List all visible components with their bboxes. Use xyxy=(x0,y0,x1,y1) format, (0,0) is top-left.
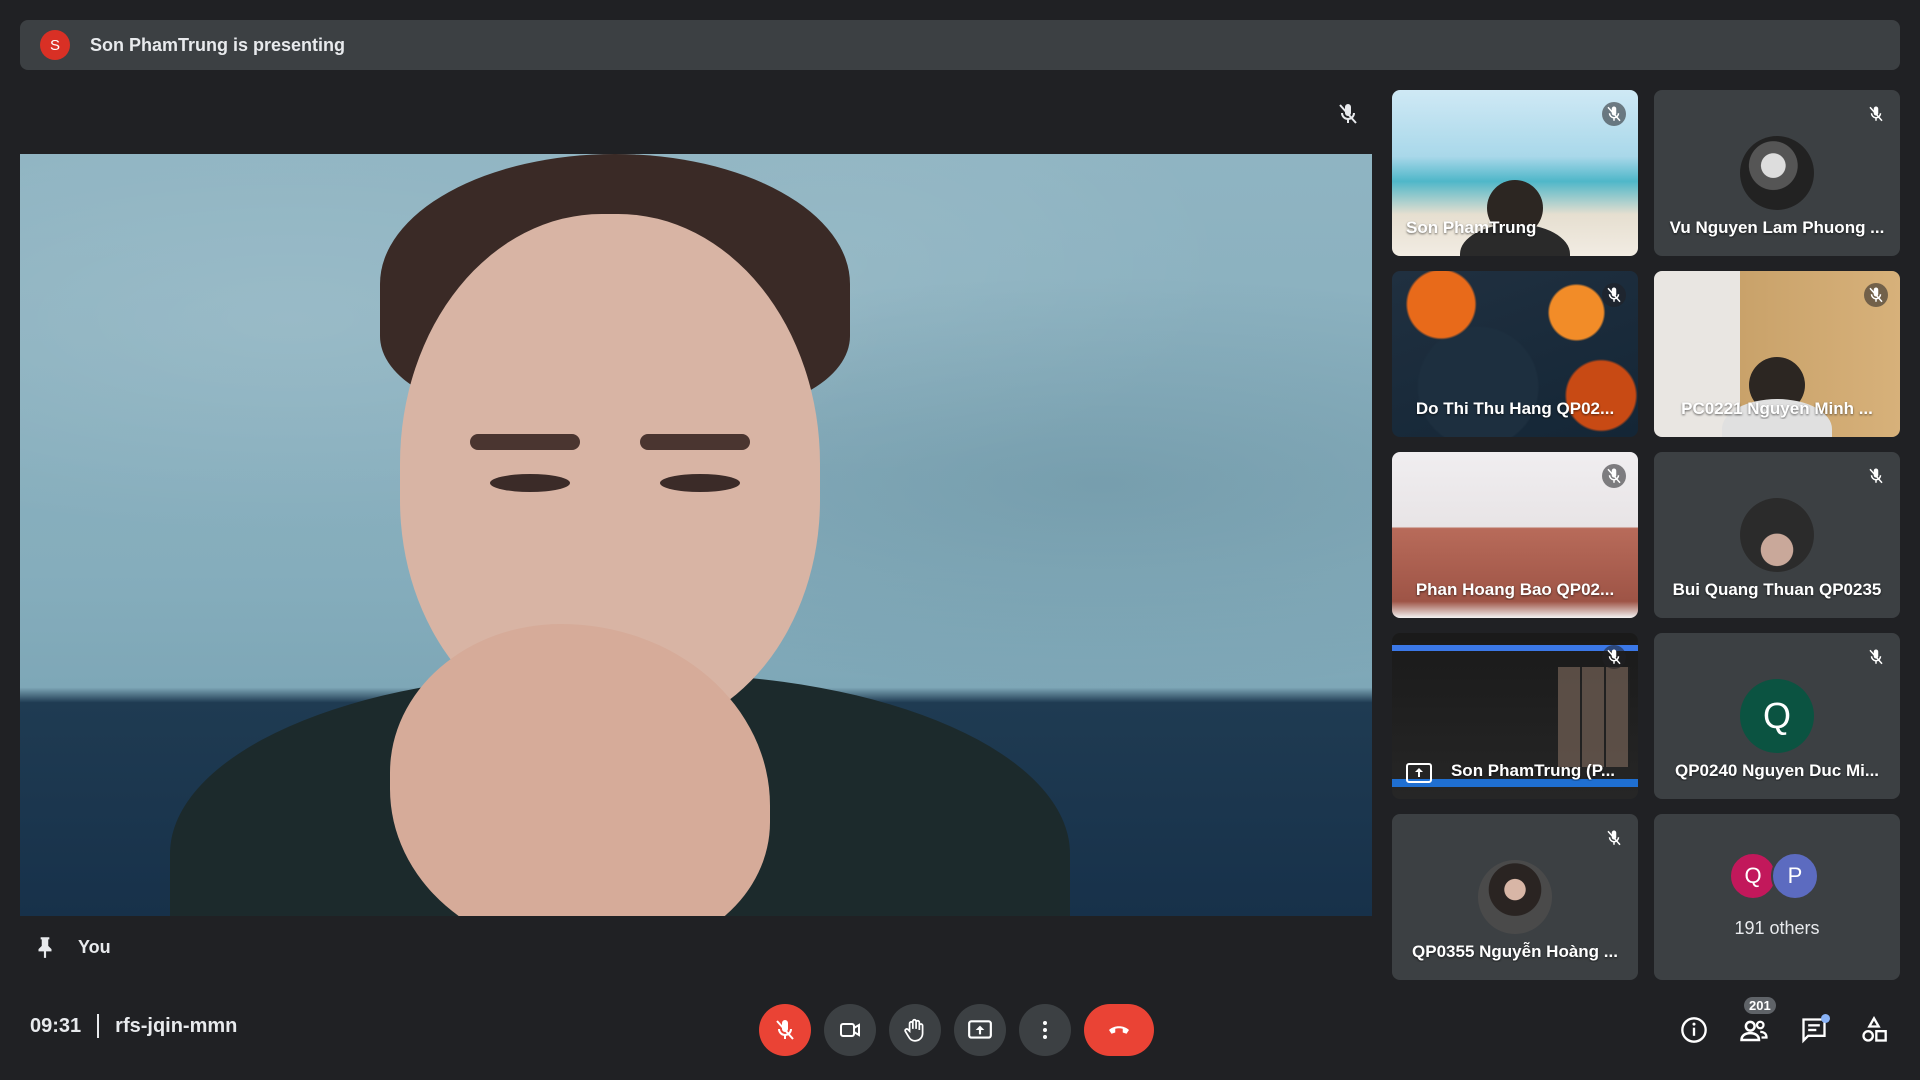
chat-button[interactable] xyxy=(1788,1004,1840,1056)
activities-button[interactable] xyxy=(1848,1004,1900,1056)
mic-off-icon xyxy=(1864,102,1888,126)
leave-call-button[interactable] xyxy=(1084,1004,1154,1056)
people-icon xyxy=(1740,1020,1768,1042)
self-label: You xyxy=(78,936,111,957)
presenter-avatar: S xyxy=(40,30,70,60)
participant-name: Phan Hoang Bao QP02... xyxy=(1415,580,1615,599)
participant-name: Do Thi Thu Hang QP02... xyxy=(1415,399,1615,418)
mic-off-icon xyxy=(1602,826,1626,850)
raise-hand-button[interactable] xyxy=(889,1004,941,1056)
participant-tile[interactable]: PC0221 Nguyen Minh ... xyxy=(1654,271,1900,437)
more-options-button[interactable] xyxy=(1019,1004,1071,1056)
participant-tile[interactable]: Bui Quang Thuan QP0235 xyxy=(1654,452,1900,618)
participant-name: Son PhamTrung xyxy=(1406,218,1537,237)
present-now-button[interactable] xyxy=(954,1004,1006,1056)
presentation-tile[interactable]: Son PhamTrung (P... xyxy=(1392,633,1638,799)
self-video xyxy=(20,154,1372,916)
camera-toggle-button[interactable] xyxy=(824,1004,876,1056)
mic-toggle-button[interactable] xyxy=(759,1004,811,1056)
participant-tile[interactable]: Do Thi Thu Hang QP02... xyxy=(1392,271,1638,437)
participant-avatar xyxy=(1740,498,1814,572)
participant-name: Bui Quang Thuan QP0235 xyxy=(1672,580,1882,599)
info-icon xyxy=(1681,1017,1707,1043)
mic-off-icon xyxy=(1602,645,1626,669)
participant-tile[interactable]: QP0355 Nguyễn Hoàng ... xyxy=(1392,814,1638,980)
participant-name: PC0221 Nguyen Minh ... xyxy=(1681,399,1873,418)
meeting-time: 09:31 xyxy=(30,1014,82,1037)
call-controls xyxy=(759,1004,1154,1056)
call-end-icon xyxy=(1109,1026,1129,1034)
participant-tile[interactable]: Phan Hoang Bao QP02... xyxy=(1392,452,1638,618)
mic-off-icon xyxy=(1336,102,1360,126)
participant-name: QP0355 Nguyễn Hoàng ... xyxy=(1412,942,1618,961)
mic-off-icon xyxy=(1602,283,1626,307)
people-count-badge: 201 xyxy=(1744,997,1776,1014)
presenting-text: Son PhamTrung is presenting xyxy=(90,34,346,55)
people-button[interactable]: 201 xyxy=(1728,997,1780,1056)
mic-off-icon xyxy=(1602,464,1626,488)
main-stage[interactable]: You xyxy=(20,90,1372,980)
avatar: Q xyxy=(1729,852,1777,900)
present-screen-icon xyxy=(968,1020,992,1039)
stage-name-label: You xyxy=(32,934,111,960)
participant-tile[interactable]: Son PhamTrung xyxy=(1392,90,1638,256)
participant-avatar: Q xyxy=(1740,679,1814,753)
activities-icon xyxy=(1862,1016,1887,1042)
meeting-code: rfs-jqin-mmn xyxy=(115,1014,238,1037)
divider xyxy=(97,1014,100,1038)
others-tile[interactable]: Q P 191 others xyxy=(1654,814,1900,980)
presenting-banner: S Son PhamTrung is presenting xyxy=(20,20,1900,70)
side-panel-controls: 201 xyxy=(1660,997,1900,1056)
participant-avatar xyxy=(1740,136,1814,210)
others-avatars: Q P xyxy=(1729,852,1819,900)
participant-tile[interactable]: Vu Nguyen Lam Phuong ... xyxy=(1654,90,1900,256)
others-count: 191 others xyxy=(1734,918,1820,938)
participant-avatar xyxy=(1478,860,1552,934)
participant-name: Vu Nguyen Lam Phuong ... xyxy=(1669,218,1885,237)
more-vert-icon xyxy=(1043,1021,1047,1039)
mic-off-icon xyxy=(1864,645,1888,669)
pin-icon[interactable] xyxy=(32,934,58,960)
mic-off-icon xyxy=(1602,102,1626,126)
hand-icon xyxy=(904,1018,924,1042)
mic-off-icon xyxy=(1864,464,1888,488)
chat-notification-dot xyxy=(1821,1014,1830,1023)
mic-off-icon xyxy=(1864,283,1888,307)
participant-name: QP0240 Nguyen Duc Mi... xyxy=(1674,761,1880,780)
camera-icon xyxy=(840,1023,860,1037)
meeting-details-button[interactable] xyxy=(1668,1004,1720,1056)
meeting-info: 09:31 rfs-jqin-mmn xyxy=(30,1014,237,1038)
participant-tile[interactable]: Q QP0240 Nguyen Duc Mi... xyxy=(1654,633,1900,799)
participant-name: Son PhamTrung (P... xyxy=(1450,761,1616,780)
mic-off-icon xyxy=(776,1020,794,1040)
avatar: P xyxy=(1771,852,1819,900)
